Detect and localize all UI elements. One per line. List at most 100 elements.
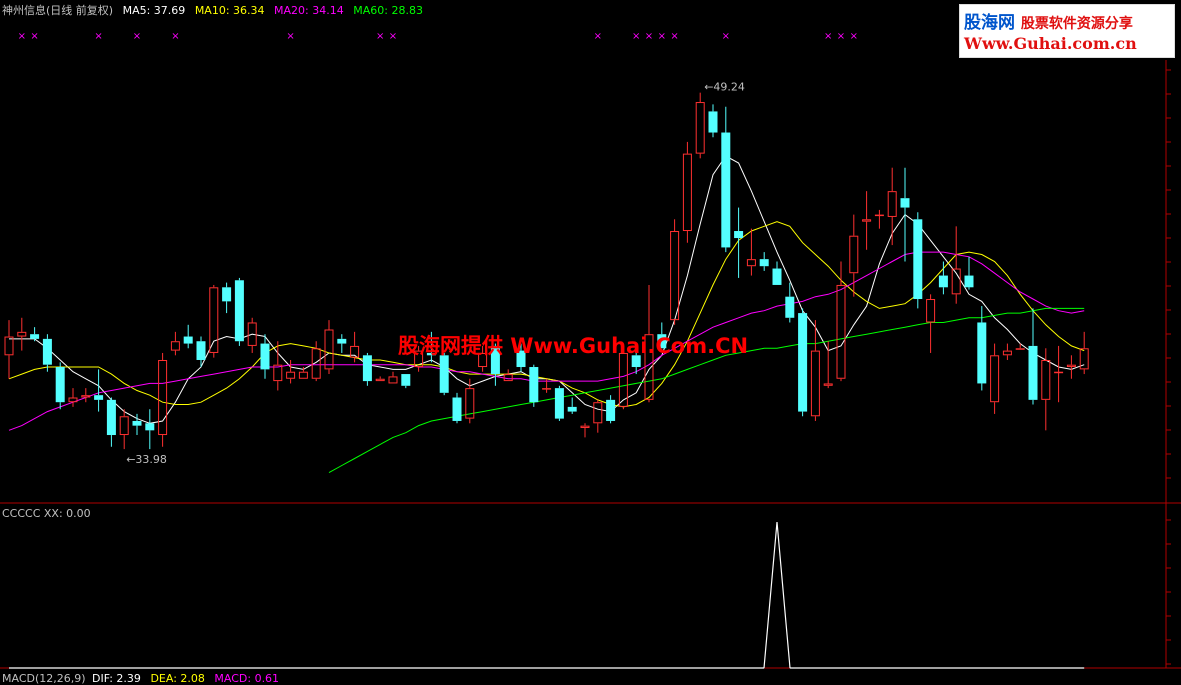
candle: [1015, 343, 1025, 350]
candle: [311, 341, 321, 382]
candle-body: [874, 214, 884, 217]
candle: [1054, 345, 1064, 403]
candle: [503, 369, 513, 382]
candle-body: [362, 355, 372, 382]
candle: [964, 256, 974, 290]
candle: [170, 331, 180, 356]
candle-body: [849, 235, 859, 274]
candle-body: [324, 329, 334, 370]
candle-body: [798, 313, 808, 412]
main-header: 神州信息(日线 前复权) MA5: 37.69 MA10: 36.34 MA20…: [2, 4, 429, 17]
candle-body: [1015, 348, 1025, 350]
candle-body: [119, 416, 129, 436]
candle-body: [286, 371, 296, 379]
candle-body: [234, 280, 244, 342]
candle: [746, 228, 756, 276]
candle: [695, 92, 705, 159]
candle-body: [222, 287, 232, 302]
candle: [900, 167, 910, 262]
candle-body: [1066, 364, 1076, 368]
candle: [951, 226, 961, 304]
candle: [234, 277, 244, 346]
candle: [810, 320, 820, 421]
watermark: 股海网提供 Www.Guhai.Com.CN: [398, 334, 749, 358]
candle-body: [260, 343, 270, 370]
macd-value: MACD: 0.61: [214, 672, 280, 685]
candle-body: [708, 111, 718, 133]
candle: [183, 324, 193, 349]
candle: [874, 209, 884, 229]
candle: [1028, 308, 1038, 405]
candle-body: [695, 102, 705, 154]
candle-body: [772, 268, 782, 285]
candle-body: [1002, 350, 1012, 356]
signal-marker: ×: [18, 31, 26, 42]
candle: [55, 362, 65, 410]
signal-markers: × × × × × × × × × × × × × × × × ×: [18, 31, 858, 42]
signal-marker: ×: [171, 31, 179, 42]
candle-body: [721, 132, 731, 248]
candle-body: [746, 259, 756, 267]
candle: [938, 261, 948, 295]
candle: [529, 364, 539, 407]
candle-body: [938, 275, 948, 288]
candle: [977, 306, 987, 391]
candle-body: [388, 376, 398, 384]
signal-marker: ×: [645, 31, 653, 42]
candle: [606, 395, 616, 424]
candle-body: [55, 367, 65, 403]
candle: [68, 388, 78, 407]
candle-body: [401, 374, 411, 386]
candle-body: [1054, 371, 1064, 374]
candle-body: [337, 338, 347, 344]
logo-brand: 股海网: [964, 13, 1015, 33]
candle: [836, 261, 846, 382]
xx-line: [9, 521, 1085, 669]
candle-body: [734, 231, 744, 239]
indicator-panel: [9, 521, 1085, 669]
signal-marker: ×: [286, 31, 294, 42]
candle-body: [170, 341, 180, 351]
signal-marker: ×: [670, 31, 678, 42]
candle-body: [30, 334, 40, 339]
chart-axes: [0, 60, 1181, 669]
price-annotations: ←33.98 ←49.24: [126, 81, 745, 466]
candle: [593, 399, 603, 433]
candle-body: [529, 367, 539, 403]
candle: [798, 308, 808, 417]
candle: [990, 343, 1000, 414]
candle-body: [887, 191, 897, 217]
candle: [823, 341, 833, 389]
candle-body: [503, 374, 513, 382]
ma10-value: MA10: 36.34: [194, 4, 265, 17]
candle: [337, 334, 347, 353]
candle-body: [4, 336, 14, 356]
candle: [708, 104, 718, 138]
logo-url: Www.Guhai.com.cn: [964, 34, 1137, 53]
candle: [4, 320, 14, 379]
candle: [1079, 331, 1089, 375]
logo-tagline: 股票软件资源分享: [1020, 16, 1133, 32]
candle: [196, 336, 206, 368]
candle-body: [759, 259, 769, 267]
candle: [42, 334, 52, 372]
candle-body: [913, 219, 923, 300]
candle-body: [900, 198, 910, 208]
indicator-header: CCCCC XX: 0.00: [2, 507, 97, 520]
candle-body: [145, 423, 155, 431]
signal-marker: ×: [30, 31, 38, 42]
high-price-label: ←49.24: [704, 81, 745, 94]
candle: [772, 261, 782, 285]
candle: [567, 397, 577, 414]
candle: [17, 317, 27, 351]
candle: [926, 294, 936, 353]
signal-marker: ×: [94, 31, 102, 42]
ma20-value: MA20: 34.14: [274, 4, 344, 17]
candle-body: [158, 359, 168, 436]
candle: [222, 282, 232, 314]
candle: [324, 320, 334, 375]
candle: [388, 371, 398, 384]
moving-average-lines: [8, 155, 1085, 474]
signal-marker: ×: [133, 31, 141, 42]
indicator-value: CCCCC XX: 0.00: [2, 507, 91, 520]
